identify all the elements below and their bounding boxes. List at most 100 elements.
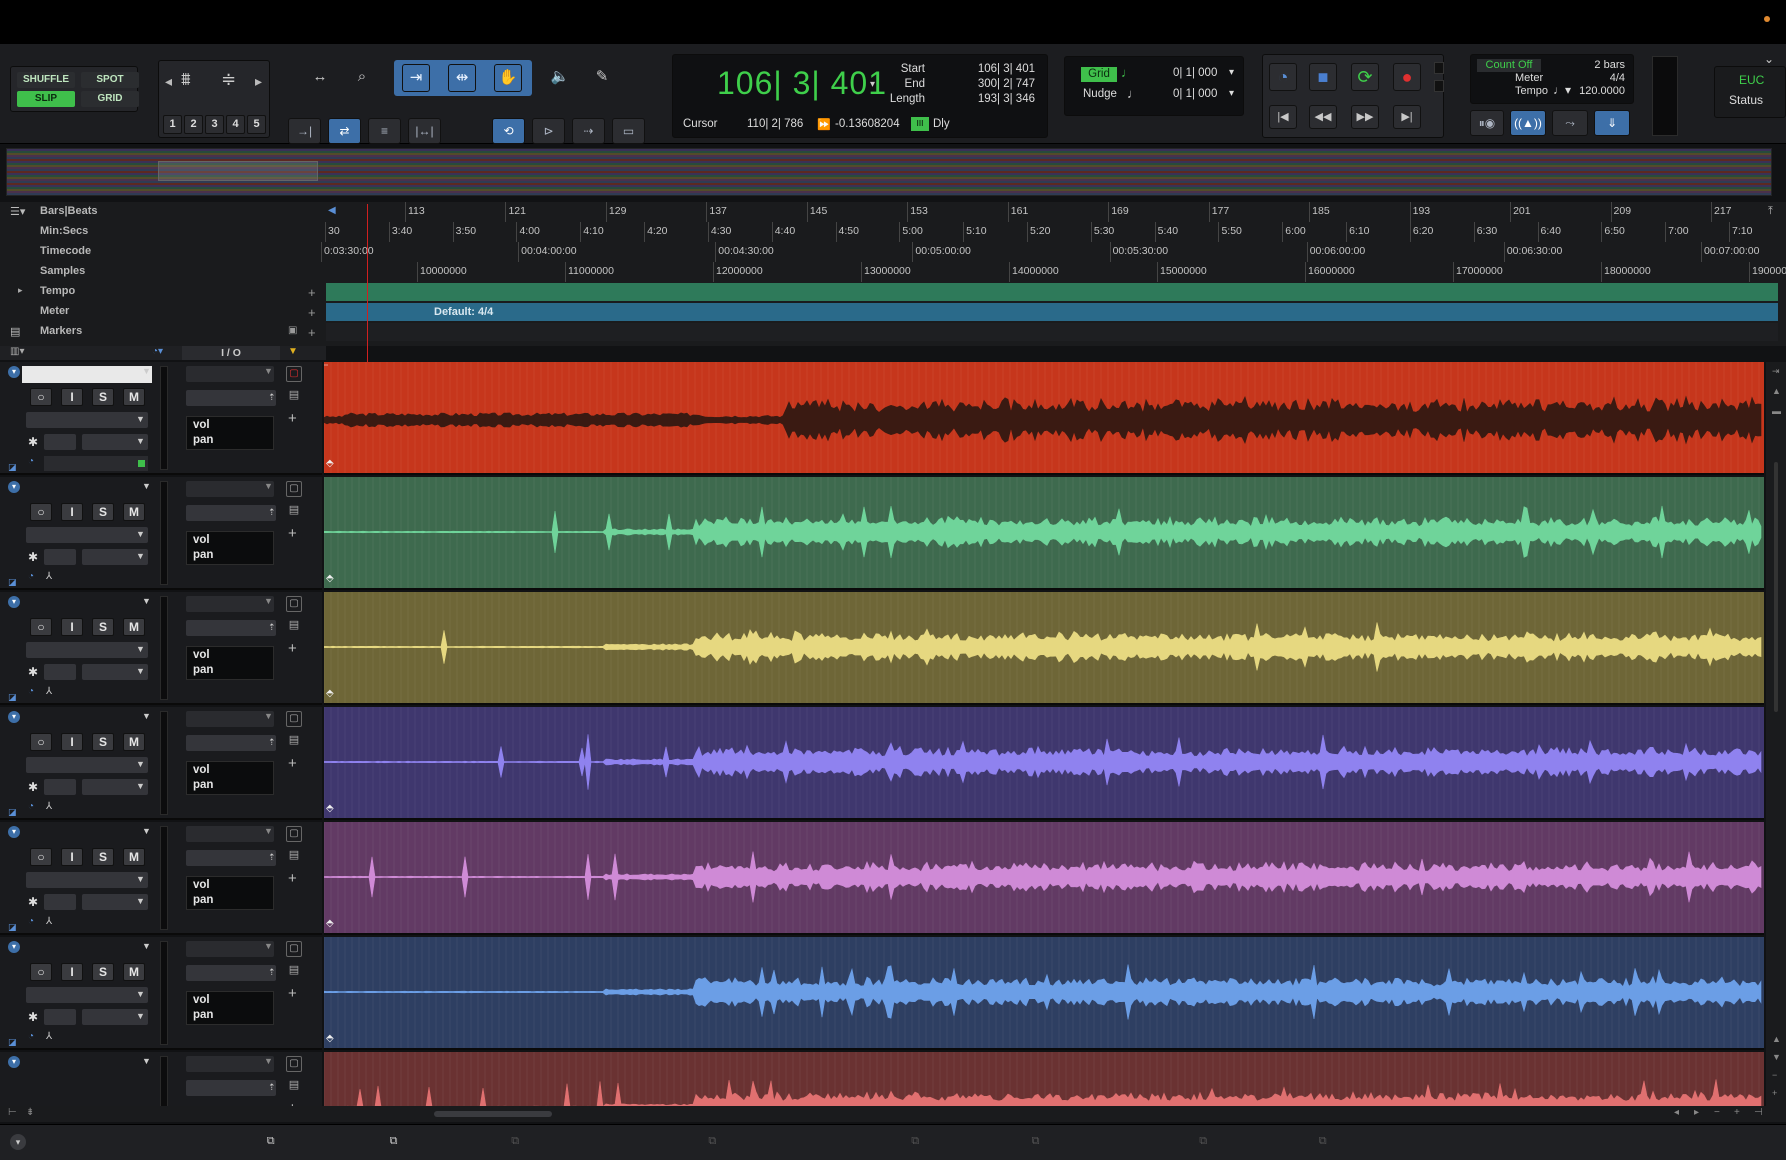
scroll-down-icon[interactable]: ▼ xyxy=(1772,1052,1781,1062)
main-counter[interactable]: 106| 3| 401 xyxy=(717,65,887,102)
timebase-icon[interactable]: ◔ xyxy=(28,686,34,697)
track-name[interactable] xyxy=(22,366,152,383)
track-input-status-icon[interactable]: ▢ xyxy=(286,826,302,842)
popout-icon[interactable]: ⧉ xyxy=(1032,1135,1040,1148)
track-options-icon[interactable]: ▾ xyxy=(8,826,20,838)
track-list-icon[interactable]: ▥▾ xyxy=(10,346,24,357)
track-options-icon[interactable]: ▾ xyxy=(8,366,20,378)
keyboard-focus-icon[interactable]: ⇢ xyxy=(572,118,605,144)
selector-tool-icon[interactable]: ⇹ xyxy=(448,64,476,92)
add-insert-icon[interactable]: + xyxy=(288,640,297,657)
clip-gain-icon[interactable]: ⬘ xyxy=(326,458,334,469)
meter-value[interactable]: 4/4 xyxy=(1610,72,1625,84)
input-monitor-button[interactable]: I xyxy=(61,733,83,751)
mute-button[interactable]: M xyxy=(123,388,145,406)
grabber-hand-icon[interactable]: ✋ xyxy=(494,64,522,92)
markers-ruler[interactable] xyxy=(326,323,1778,341)
track-comment-icon[interactable]: ▤ xyxy=(286,848,302,864)
zoom-preset-3[interactable]: 3 xyxy=(205,115,224,134)
mute-button[interactable]: M xyxy=(123,963,145,981)
dynassist-plugin-slot[interactable] xyxy=(44,456,148,471)
horizontal-zoom-in-icon[interactable]: + xyxy=(1734,1107,1740,1118)
dyn-button[interactable] xyxy=(44,664,76,680)
timebase-icon[interactable]: ◔ xyxy=(28,571,34,582)
solo-button[interactable]: S xyxy=(92,503,114,521)
scrubber-icon[interactable]: 🔈 xyxy=(546,64,574,92)
track-input-selector[interactable] xyxy=(186,366,274,382)
tempo-value[interactable]: 120.0000 xyxy=(1579,85,1625,97)
view-dropdown-icon[interactable]: ▼ xyxy=(136,989,145,999)
insertion-follows-icon[interactable]: |↔| xyxy=(408,118,441,144)
track-input-selector[interactable] xyxy=(186,711,274,727)
track-name-dropdown-icon[interactable]: ▼ xyxy=(142,941,151,951)
tempo-expand-icon[interactable]: ▸ xyxy=(18,285,23,296)
popout-icon[interactable]: ⧉ xyxy=(1199,1135,1207,1148)
record-button[interactable]: ● xyxy=(1393,63,1421,91)
link-timeline-icon[interactable]: ⇄ xyxy=(328,118,361,144)
track-input-status-icon[interactable]: ▢ xyxy=(286,711,302,727)
grid-mode-button[interactable]: GRID xyxy=(81,91,139,107)
timebase-icon[interactable]: ◔ xyxy=(28,916,34,927)
overview-visible-region[interactable] xyxy=(158,161,318,181)
automation-follows-icon[interactable]: ⟲ xyxy=(492,118,525,144)
tracklist-toggle-icon[interactable]: ⇟ xyxy=(26,1107,34,1118)
add-meter-icon[interactable]: + xyxy=(308,305,316,320)
universe-overview[interactable] xyxy=(6,148,1772,196)
nudge-value[interactable]: 0| 1| 000 xyxy=(1173,88,1217,100)
input-monitor-button[interactable]: I xyxy=(61,963,83,981)
popout-icon[interactable]: ⧉ xyxy=(708,1135,716,1148)
slip-mode-button[interactable]: SLIP xyxy=(17,91,75,107)
track-name-dropdown-icon[interactable]: ▼ xyxy=(142,826,151,836)
mirror-midi-icon[interactable]: ⊳ xyxy=(532,118,565,144)
audio-clip[interactable] xyxy=(324,1052,1764,1106)
popout-icon[interactable]: ⧉ xyxy=(1319,1135,1327,1148)
loop-play-button[interactable]: ⟳ xyxy=(1351,63,1379,91)
counter-dropdown-icon[interactable]: ▾ xyxy=(870,79,875,90)
dyn-button[interactable] xyxy=(44,549,76,565)
track-options-icon[interactable]: ▾ xyxy=(8,1056,20,1068)
track-view-selector[interactable] xyxy=(26,527,148,543)
view-dropdown-icon[interactable]: ▼ xyxy=(136,414,145,424)
mute-button[interactable]: M xyxy=(123,618,145,636)
track-name-dropdown-icon[interactable]: ▼ xyxy=(142,596,151,606)
midi-merge-icon[interactable]: ⤳ xyxy=(1552,110,1588,136)
bars-beats-ruler[interactable]: 113 121 129 137 145 153 161 169 177 185 193 201 209 2… xyxy=(326,202,1778,222)
popout-icon[interactable]: ⧉ xyxy=(267,1135,275,1148)
input-dropdown-icon[interactable]: ▼ xyxy=(264,826,273,836)
track-output-selector[interactable] xyxy=(186,620,276,636)
audio-clip[interactable]: ⬘ xyxy=(324,477,1764,590)
record-enable-button[interactable]: ○ xyxy=(30,848,52,866)
track-input-status-icon[interactable]: ▢ xyxy=(286,481,302,497)
samples-ruler[interactable]: 10000000 11000000 12000000 13000000 14000000… xyxy=(326,262,1786,282)
track-input-selector[interactable] xyxy=(186,941,274,957)
track-name-dropdown-icon[interactable]: ▼ xyxy=(142,711,151,721)
output-arrow-icon[interactable]: ⇡ xyxy=(268,967,276,978)
vertical-zoom-icon[interactable]: ≑ xyxy=(221,69,236,90)
mute-button[interactable]: M xyxy=(123,848,145,866)
add-tempo-icon[interactable]: + xyxy=(308,285,316,300)
automation-dropdown-icon[interactable]: ▼ xyxy=(136,781,145,791)
midi-input-icon[interactable]: III xyxy=(911,117,929,131)
mute-button[interactable]: M xyxy=(123,733,145,751)
selection-length-value[interactable]: 193| 3| 346 xyxy=(949,93,1035,105)
track-name[interactable] xyxy=(22,481,152,498)
solo-button[interactable]: S xyxy=(92,963,114,981)
input-monitor-button[interactable]: I xyxy=(61,618,83,636)
show-track-list-icon[interactable]: ⊢ xyxy=(8,1107,17,1118)
output-arrow-icon[interactable]: ⇡ xyxy=(268,852,276,863)
add-insert-icon[interactable]: + xyxy=(288,985,297,1002)
delay-label[interactable]: Dly xyxy=(933,118,950,130)
zoom-preset-5[interactable]: 5 xyxy=(247,115,266,134)
track-input-status-icon[interactable]: ▢ xyxy=(286,596,302,612)
spot-mode-button[interactable]: SPOT xyxy=(81,72,139,88)
track-output-selector[interactable] xyxy=(186,965,276,981)
tab-to-transients-icon[interactable]: →| xyxy=(288,118,321,144)
timecode-ruler[interactable]: 0:03:30:00 00:04:00:00 00:04:30:00 00:05:00… xyxy=(321,242,1778,262)
ruler-menu-icon[interactable]: ☰▾ xyxy=(10,205,25,218)
automation-dropdown-icon[interactable]: ▼ xyxy=(136,896,145,906)
view-dropdown-icon[interactable]: ▼ xyxy=(136,759,145,769)
pencil-icon[interactable]: ✎ xyxy=(588,64,616,92)
track-view-selector[interactable] xyxy=(26,757,148,773)
track-comment-icon[interactable]: ▤ xyxy=(286,1078,302,1094)
track-comment-icon[interactable]: ▤ xyxy=(286,733,302,749)
